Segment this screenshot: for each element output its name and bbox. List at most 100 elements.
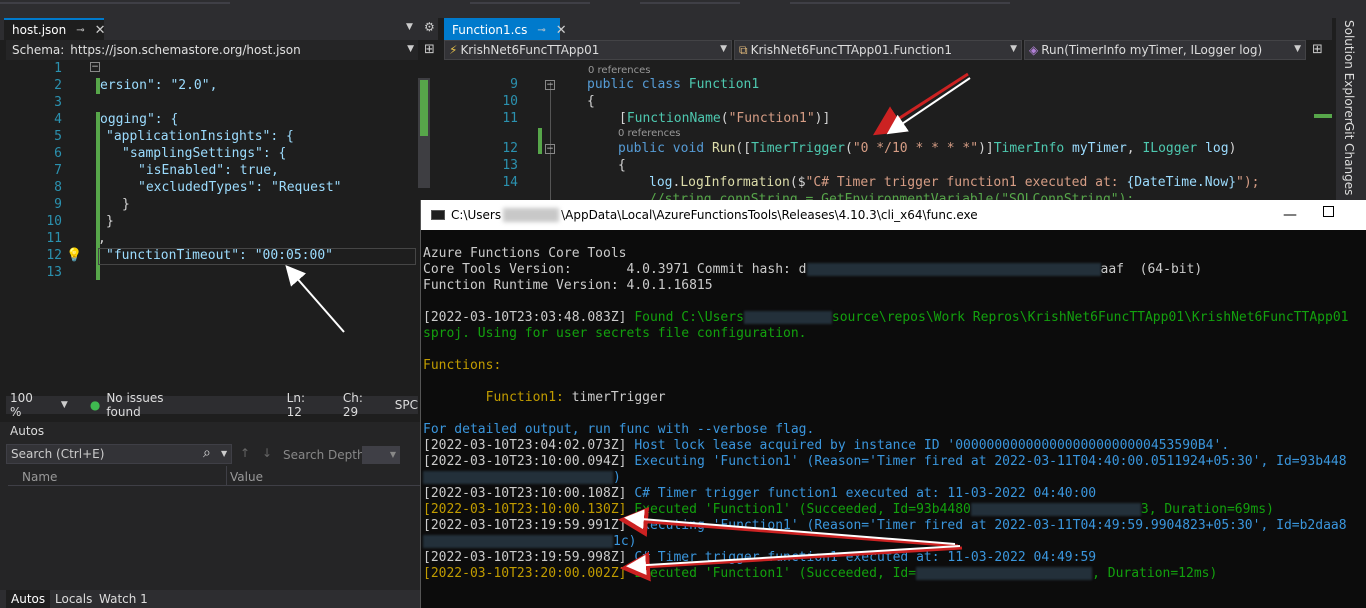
- arrow-down-icon[interactable]: ↓: [262, 446, 272, 460]
- code-lens-references[interactable]: 0 references: [588, 65, 651, 76]
- console-line: Azure Functions Core Tools: [423, 246, 627, 261]
- change-marker: [538, 128, 542, 154]
- code-line-13: {: [618, 158, 626, 173]
- line-number: 11: [46, 231, 62, 246]
- close-icon[interactable]: ✕: [556, 23, 567, 38]
- redacted-text: [423, 535, 613, 548]
- search-depth-select[interactable]: ▼: [362, 446, 400, 464]
- console-line: Core Tools Version: 4.0.3971 Commit hash…: [423, 262, 1203, 277]
- chevron-down-icon[interactable]: ▼: [221, 449, 227, 458]
- console-line: ): [423, 470, 621, 486]
- arrow-up-icon[interactable]: ↑: [240, 446, 250, 460]
- tab-watch-1[interactable]: Watch 1: [94, 590, 153, 608]
- chevron-down-icon[interactable]: ▼: [61, 400, 68, 410]
- code-line: "applicationInsights": {: [106, 129, 294, 144]
- chevron-down-icon: ▼: [1294, 44, 1301, 54]
- column-name[interactable]: Name: [22, 470, 57, 484]
- lightbulb-icon[interactable]: 💡: [66, 248, 82, 263]
- function1-editor: Function1.cs ⊸ ✕ ⚡ KrishNet6FuncTTApp01 …: [444, 18, 1332, 203]
- line-number: 9: [510, 77, 518, 92]
- line-number: 5: [54, 129, 62, 144]
- func-console-window: C:\Users \AppData\Local\AzureFunctionsTo…: [420, 200, 1366, 608]
- redacted-username: [503, 208, 560, 222]
- console-line: [2022-03-10T23:19:59.991Z] Executing 'Fu…: [423, 518, 1347, 533]
- pin-icon[interactable]: ⊸: [537, 25, 545, 36]
- tab-label: host.json: [12, 23, 67, 37]
- debug-tabs: Autos Locals Watch 1: [0, 590, 420, 608]
- host-json-editor: host.json ⊸ ✕ ▼ ⚙ Schema: https://json.s…: [0, 18, 438, 419]
- solution-explorer-tab[interactable]: Solution Explorer: [1342, 20, 1356, 123]
- chevron-down-icon[interactable]: ▼: [390, 450, 396, 459]
- search-icon[interactable]: ⌕: [203, 445, 211, 461]
- menu-strip-block: [790, 2, 1010, 4]
- console-line: [2022-03-10T23:10:00.108Z] C# Timer trig…: [423, 486, 1097, 501]
- class-dropdown[interactable]: ⧉ KrishNet6FuncTTApp01.Function1 ▼: [734, 40, 1022, 60]
- split-icon[interactable]: ⊞: [1312, 42, 1323, 57]
- console-line: [2022-03-10T23:03:48.083Z] Found C:\User…: [423, 310, 1349, 325]
- line-number: 12: [502, 141, 518, 156]
- project-dropdown[interactable]: ⚡ KrishNet6FuncTTApp01 ▼: [444, 40, 732, 60]
- zoom-level[interactable]: 100 %: [10, 391, 47, 419]
- code-line-14: log.LogInformation($"C# Timer trigger fu…: [649, 175, 1260, 190]
- schema-url[interactable]: https://json.schemastore.org/host.json: [70, 43, 300, 57]
- column-value[interactable]: Value: [230, 470, 263, 484]
- json-code-area[interactable]: − 💡 1 2 3 4 5 6 7 8 9 10 11 12 13 ersion…: [0, 60, 438, 400]
- code-line-11: [FunctionName("Function1")]: [619, 111, 831, 126]
- code-line: ,: [98, 231, 106, 246]
- console-title-bar[interactable]: C:\Users \AppData\Local\AzureFunctionsTo…: [421, 200, 1366, 230]
- console-title-suffix: \AppData\Local\AzureFunctionsTools\Relea…: [561, 208, 978, 222]
- maximize-icon[interactable]: [1323, 206, 1334, 217]
- collapse-icon[interactable]: −: [545, 80, 555, 90]
- indent-guide: [550, 82, 551, 203]
- collapse-icon[interactable]: −: [90, 62, 100, 72]
- side-tool-strip: Solution Explorer Git Changes: [1336, 18, 1366, 203]
- line-number: 10: [502, 94, 518, 109]
- chevron-down-icon[interactable]: ▼: [407, 44, 414, 54]
- line-number: 13: [46, 265, 62, 280]
- code-line: "functionTimeout": "00:05:00": [106, 248, 333, 263]
- line-number: 6: [54, 146, 62, 161]
- collapse-icon[interactable]: −: [545, 144, 555, 154]
- tab-function1-cs[interactable]: Function1.cs ⊸ ✕: [444, 18, 567, 40]
- close-icon[interactable]: ✕: [95, 23, 106, 38]
- split-icon[interactable]: ⊞: [424, 42, 435, 57]
- console-line: [2022-03-10T23:10:00.130Z] Executed 'Fun…: [423, 502, 1274, 517]
- console-line: [2022-03-10T23:10:00.094Z] Executing 'Fu…: [423, 454, 1347, 469]
- line-indicator: Ln: 12: [286, 391, 306, 419]
- tab-overflow-icon[interactable]: ▼: [406, 22, 413, 32]
- console-line: [2022-03-10T23:19:59.998Z] C# Timer trig…: [423, 550, 1097, 565]
- cs-code-area[interactable]: 0 references 0 references 9 10 11 12 13 …: [444, 62, 1332, 203]
- code-line-12: public void Run([TimerTrigger("0 */10 * …: [618, 141, 1237, 156]
- redacted-text: [743, 311, 832, 324]
- code-line: "isEnabled": true,: [138, 163, 279, 178]
- code-lens-references[interactable]: 0 references: [618, 128, 681, 139]
- console-line: sproj. Using for user secrets file confi…: [423, 326, 807, 341]
- autos-window: Autos Search (Ctrl+E) ⌕ ▼ ↑ ↓ Search Dep…: [0, 422, 420, 608]
- line-number: 12: [46, 248, 62, 263]
- autos-title: Autos: [10, 424, 45, 438]
- pin-icon[interactable]: ⊸: [76, 25, 84, 36]
- schema-bar: Schema: https://json.schemastore.org/hos…: [6, 40, 418, 60]
- redacted-text: [806, 263, 1101, 276]
- tab-host-json[interactable]: host.json ⊸ ✕: [4, 18, 106, 40]
- whitespace-indicator[interactable]: SPC: [395, 398, 418, 412]
- console-line: Function1: timerTrigger: [423, 390, 666, 405]
- column-indicator: Ch: 29: [342, 391, 363, 419]
- issues-status[interactable]: No issues found: [106, 391, 198, 419]
- minimize-icon[interactable]: —: [1283, 207, 1297, 223]
- editor-status-bar: 100 % ▼ ● No issues found Ln: 12 Ch: 29 …: [6, 391, 418, 419]
- code-line: "samplingSettings": {: [122, 146, 287, 161]
- search-depth-label: Search Depth:: [283, 448, 369, 462]
- gear-icon[interactable]: ⚙: [424, 20, 435, 34]
- code-line: }: [106, 214, 114, 229]
- lightning-icon: ⚡: [449, 43, 458, 57]
- redacted-text: [423, 471, 613, 484]
- search-input[interactable]: Search (Ctrl+E) ⌕ ▼: [6, 444, 232, 464]
- line-number: 8: [54, 180, 62, 195]
- tab-locals[interactable]: Locals: [50, 590, 97, 608]
- git-changes-tab[interactable]: Git Changes: [1342, 122, 1356, 195]
- code-line: "excludedTypes": "Request": [138, 180, 342, 195]
- right-tab-bar: Function1.cs ⊸ ✕: [444, 18, 1332, 40]
- tab-autos[interactable]: Autos: [6, 590, 51, 608]
- member-dropdown[interactable]: ◈ Run(TimerInfo myTimer, ILogger log) ▼: [1024, 40, 1306, 60]
